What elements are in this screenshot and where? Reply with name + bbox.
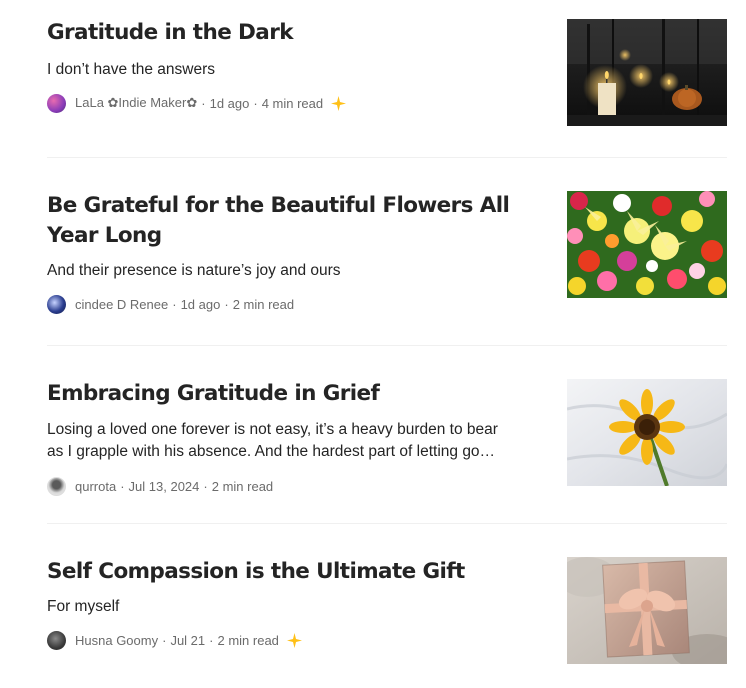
candles-image <box>567 19 727 126</box>
sunflower-image <box>567 379 727 486</box>
read-time: 2 min read <box>232 296 295 312</box>
article-title[interactable]: Be Grateful for the Beautiful Flowers Al… <box>47 191 517 251</box>
avatar[interactable] <box>47 630 66 650</box>
gift-box-image <box>567 557 727 664</box>
article-title[interactable]: Self Compassion is the Ultimate Gift <box>47 557 517 587</box>
article-title[interactable]: Gratitude in the Dark <box>47 18 517 48</box>
avatar[interactable] <box>47 93 66 113</box>
article-thumbnail[interactable] <box>567 379 727 486</box>
separator-dot: · <box>253 95 258 111</box>
publish-date: Jul 13, 2024 <box>128 478 200 494</box>
publish-date: Jul 21 <box>170 632 206 648</box>
author-name[interactable]: LaLa ✿Indie Maker✿ <box>75 95 197 111</box>
read-time: 2 min read <box>211 478 274 494</box>
separator-dot: · <box>120 478 125 494</box>
article-subtitle: I don’t have the answers <box>47 61 216 78</box>
flowers-image <box>567 191 727 298</box>
separator-dot: · <box>162 632 167 648</box>
author-name[interactable]: cindee D Renee <box>75 297 168 312</box>
divider <box>47 523 727 524</box>
read-time: 4 min read <box>261 95 324 111</box>
author-name[interactable]: qurrota <box>75 479 116 494</box>
separator-dot: · <box>172 296 177 312</box>
separator-dot: · <box>203 478 208 494</box>
article-title[interactable]: Embracing Gratitude in Grief <box>47 379 517 409</box>
read-time: 2 min read <box>217 632 279 648</box>
avatar[interactable] <box>47 294 66 314</box>
member-star-icon <box>331 95 347 111</box>
separator-dot: · <box>201 95 206 111</box>
divider <box>47 345 727 346</box>
article-thumbnail[interactable] <box>567 557 727 664</box>
avatar[interactable] <box>47 476 66 496</box>
divider <box>47 157 727 158</box>
author-name[interactable]: Husna Goomy <box>75 633 158 648</box>
publish-date: 1d ago <box>209 95 250 111</box>
publish-date: 1d ago <box>180 296 221 312</box>
separator-dot: · <box>209 632 214 648</box>
article-subtitle: And their presence is nature’s joy and o… <box>47 262 341 279</box>
article-subtitle: For myself <box>47 598 120 615</box>
article-thumbnail[interactable] <box>567 191 727 298</box>
article-subtitle: Losing a loved one forever is not easy, … <box>47 421 498 460</box>
article-thumbnail[interactable] <box>567 19 727 126</box>
member-star-icon <box>286 632 302 648</box>
separator-dot: · <box>224 296 229 312</box>
